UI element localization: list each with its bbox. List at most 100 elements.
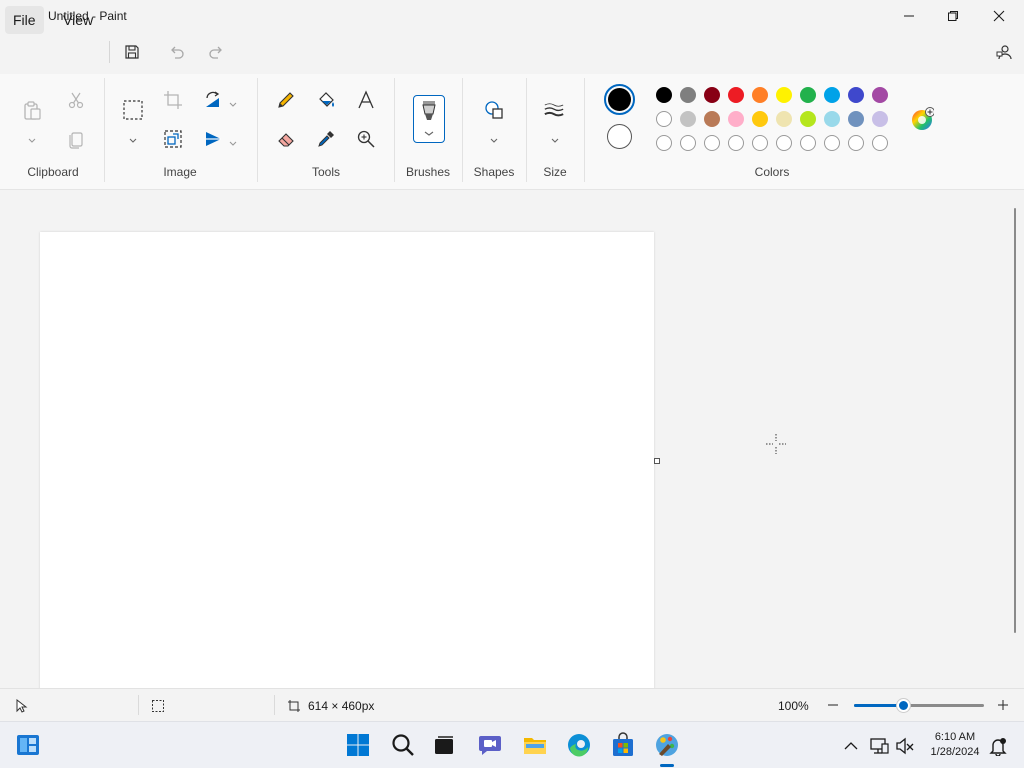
flip-dropdown[interactable] [228,135,238,146]
account-button[interactable] [992,40,1016,64]
status-bar: 614 × 460px 100% [0,688,1024,721]
zoom-out-button[interactable] [826,698,840,712]
ribbon-separator [104,78,105,182]
color-swatch[interactable] [848,135,864,151]
vertical-scrollbar[interactable] [1014,208,1016,633]
fill-button[interactable] [314,88,338,112]
magnifier-button[interactable] [354,127,378,151]
clock[interactable]: 6:10 AM 1/28/2024 [920,730,990,760]
task-view-button[interactable] [430,731,458,759]
taskbar: 6:10 AM 1/28/2024 [0,721,1024,768]
windows-logo-icon [347,734,369,756]
color-swatch[interactable] [680,87,696,103]
save-button[interactable] [120,40,144,64]
color-swatch[interactable] [824,87,840,103]
rotate-dropdown[interactable] [228,96,238,107]
line-weight-icon [544,103,564,117]
color-swatch[interactable] [800,135,816,151]
color-swatch[interactable] [752,111,768,127]
close-button[interactable] [976,0,1022,32]
color-swatch[interactable] [872,135,888,151]
rotate-button[interactable] [201,88,225,112]
paint-taskbar-button[interactable] [653,731,681,759]
eraser-button[interactable] [274,127,298,151]
chat-button[interactable] [476,731,504,759]
shapes-dropdown[interactable] [489,132,499,143]
zoom-slider-thumb[interactable] [897,699,910,712]
crop-button[interactable] [161,88,185,112]
ribbon-separator [584,78,585,182]
shapes-button[interactable] [482,98,506,122]
primary-color-button[interactable] [604,84,635,115]
color-swatch[interactable] [824,111,840,127]
zoom-in-button[interactable] [996,698,1010,712]
color-swatch[interactable] [728,87,744,103]
undo-button[interactable] [165,40,189,64]
drawing-canvas[interactable] [40,232,654,688]
flip-button[interactable] [201,127,225,151]
size-button[interactable] [542,98,566,122]
brushes-button[interactable] [413,95,445,143]
color-swatch[interactable] [728,111,744,127]
color-swatch[interactable] [752,135,768,151]
canvas-area[interactable] [0,191,1024,688]
file-menu[interactable]: File [5,6,44,34]
edit-colors-button[interactable] [910,107,935,131]
color-swatch[interactable] [800,87,816,103]
notifications-button[interactable] [988,736,1008,757]
color-swatch[interactable] [800,111,816,127]
color-swatch[interactable] [776,87,792,103]
resize-icon [164,130,182,148]
volume-button[interactable] [895,736,915,756]
chevron-down-icon [28,138,36,143]
secondary-color-button[interactable] [607,124,632,149]
crop-icon [164,91,182,109]
color-swatch[interactable] [848,87,864,103]
select-button[interactable] [121,98,145,122]
store-button[interactable] [609,731,637,759]
maximize-button[interactable] [930,0,976,32]
color-swatch[interactable] [704,111,720,127]
color-swatch[interactable] [656,135,672,151]
color-swatch[interactable] [752,87,768,103]
color-swatch[interactable] [656,111,672,127]
color-swatch[interactable] [656,87,672,103]
color-swatch[interactable] [824,135,840,151]
color-picker-button[interactable] [314,127,338,151]
color-swatch[interactable] [728,135,744,151]
color-swatch[interactable] [776,135,792,151]
color-swatch[interactable] [872,87,888,103]
resize-button[interactable] [161,127,185,151]
minimize-button[interactable] [886,0,932,32]
size-dropdown[interactable] [550,132,560,143]
network-button[interactable] [869,736,889,756]
pencil-button[interactable] [274,88,298,112]
search-button[interactable] [389,731,417,759]
color-swatch[interactable] [704,135,720,151]
edge-button[interactable] [565,731,593,759]
color-swatch[interactable] [680,111,696,127]
undo-icon [171,46,184,59]
widgets-button[interactable] [14,731,42,759]
start-button[interactable] [344,731,372,759]
file-explorer-button[interactable] [521,731,549,759]
color-swatch[interactable] [776,111,792,127]
redo-button[interactable] [204,40,228,64]
cut-button[interactable] [64,88,88,112]
paste-dropdown[interactable] [27,132,37,143]
color-swatch[interactable] [848,111,864,127]
view-menu[interactable]: View [55,6,101,34]
paste-button[interactable] [20,98,44,122]
select-dropdown[interactable] [128,132,138,143]
menu-separator [109,41,110,63]
folder-icon [524,738,546,754]
shapes-group-label: Shapes [473,165,515,179]
color-swatch[interactable] [680,135,696,151]
color-swatch[interactable] [704,87,720,103]
show-hidden-icons-button[interactable] [843,738,859,754]
copy-button[interactable] [64,127,88,151]
text-button[interactable] [354,88,378,112]
canvas-size-text: 614 × 460px [308,699,375,713]
canvas-resize-handle[interactable] [654,458,660,464]
color-swatch[interactable] [872,111,888,127]
